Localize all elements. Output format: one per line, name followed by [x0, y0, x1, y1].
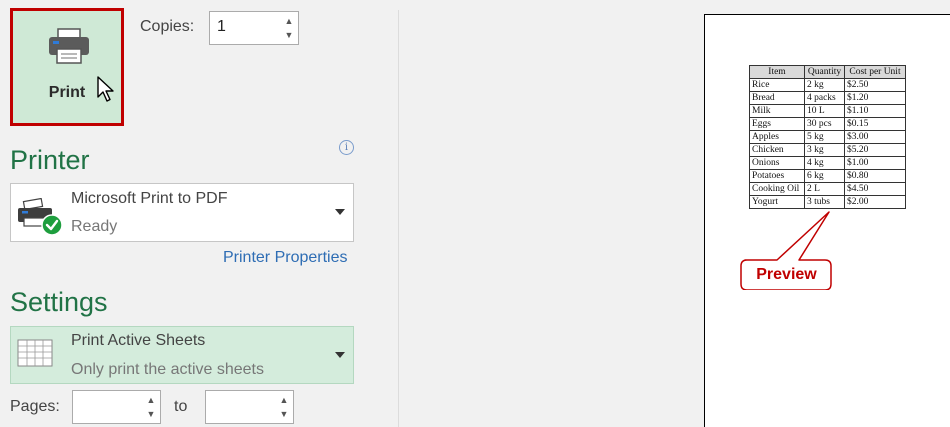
copies-decrement-icon[interactable]: ▼	[280, 27, 298, 43]
sheet-grid-icon	[17, 339, 53, 367]
pages-to-decrement-icon[interactable]: ▼	[275, 406, 293, 422]
printer-dropdown[interactable]: Microsoft Print to PDF Ready	[10, 183, 354, 242]
table-cell: Onions	[749, 156, 805, 170]
table-row: Cooking Oil 2 L $4.50	[749, 182, 906, 196]
pane-divider	[398, 10, 399, 427]
table-row: Chicken 3 kg $5.20	[749, 143, 906, 157]
printer-section-title: Printer	[10, 145, 90, 175]
chevron-down-icon	[335, 209, 345, 215]
table-cell: Chicken	[749, 143, 805, 157]
table-row: Yogurt 3 tubs $2.00	[749, 195, 906, 209]
pages-from-input[interactable]: ▲ ▼	[72, 390, 161, 424]
table-cell: Milk	[749, 104, 805, 118]
table-cell: Apples	[749, 130, 805, 144]
table-row: Apples 5 kg $3.00	[749, 130, 906, 144]
print-settings-pane: Print Copies: 1 ▲ ▼ Printer i Microsoft …	[0, 0, 398, 427]
print-what-title: Print Active Sheets	[71, 332, 206, 349]
mouse-cursor-icon	[97, 76, 114, 102]
table-cell: Cooking Oil	[749, 182, 805, 196]
table-cell: $2.00	[844, 195, 906, 209]
chevron-down-icon	[335, 352, 345, 358]
pages-from-decrement-icon[interactable]: ▼	[142, 406, 160, 422]
table-cell: Potatoes	[749, 169, 805, 183]
table-row: Potatoes 6 kg $0.80	[749, 169, 906, 183]
table-cell: 4 packs	[804, 91, 845, 105]
printer-icon	[49, 28, 89, 64]
copies-input[interactable]: 1 ▲ ▼	[209, 11, 299, 45]
table-cell: 3 tubs	[804, 195, 845, 209]
print-what-dropdown[interactable]: Print Active Sheets Only print the activ…	[10, 326, 354, 384]
printer-name: Microsoft Print to PDF	[71, 190, 228, 207]
preview-header-cell: Cost per Unit	[844, 65, 906, 79]
table-cell: 6 kg	[804, 169, 845, 183]
table-cell: 4 kg	[804, 156, 845, 170]
printer-status: Ready	[71, 218, 118, 235]
table-cell: $1.10	[844, 104, 906, 118]
table-cell: $1.20	[844, 91, 906, 105]
preview-callout-label: Preview	[756, 266, 817, 283]
table-cell: $5.20	[844, 143, 906, 157]
table-cell: Rice	[749, 78, 805, 92]
table-cell: Yogurt	[749, 195, 805, 209]
table-row: Bread 4 packs $1.20	[749, 91, 906, 105]
table-cell: $0.15	[844, 117, 906, 131]
preview-table-header-row: Item Quantity Cost per Unit	[749, 65, 906, 79]
preview-header-cell: Item	[749, 65, 805, 79]
table-cell: 5 kg	[804, 130, 845, 144]
table-cell: Bread	[749, 91, 805, 105]
table-cell: $2.50	[844, 78, 906, 92]
table-row: Milk 10 L $1.10	[749, 104, 906, 118]
table-cell: $1.00	[844, 156, 906, 170]
copies-value: 1	[217, 18, 226, 35]
pages-to-input[interactable]: ▲ ▼	[205, 390, 294, 424]
table-cell: 2 L	[804, 182, 845, 196]
table-row: Rice 2 kg $2.50	[749, 78, 906, 92]
print-button[interactable]: Print	[10, 8, 124, 126]
table-row: Eggs 30 pcs $0.15	[749, 117, 906, 131]
pages-to-label: to	[174, 398, 188, 415]
settings-section-title: Settings	[10, 287, 108, 317]
table-cell: 2 kg	[804, 78, 845, 92]
print-what-description: Only print the active sheets	[71, 361, 264, 378]
preview-table: Item Quantity Cost per Unit Rice 2 kg $2.5…	[749, 65, 906, 209]
table-cell: $4.50	[844, 182, 906, 196]
table-cell: $0.80	[844, 169, 906, 183]
printer-properties-link[interactable]: Printer Properties	[223, 249, 348, 267]
table-row: Onions 4 kg $1.00	[749, 156, 906, 170]
table-cell: 30 pcs	[804, 117, 845, 131]
pages-label: Pages:	[10, 398, 60, 415]
table-cell: Eggs	[749, 117, 805, 131]
printer-ready-icon	[18, 198, 63, 236]
table-cell: $3.00	[844, 130, 906, 144]
table-cell: 3 kg	[804, 143, 845, 157]
info-icon[interactable]: i	[339, 140, 354, 155]
preview-header-cell: Quantity	[804, 65, 845, 79]
table-cell: 10 L	[804, 104, 845, 118]
copies-label: Copies:	[140, 18, 195, 35]
